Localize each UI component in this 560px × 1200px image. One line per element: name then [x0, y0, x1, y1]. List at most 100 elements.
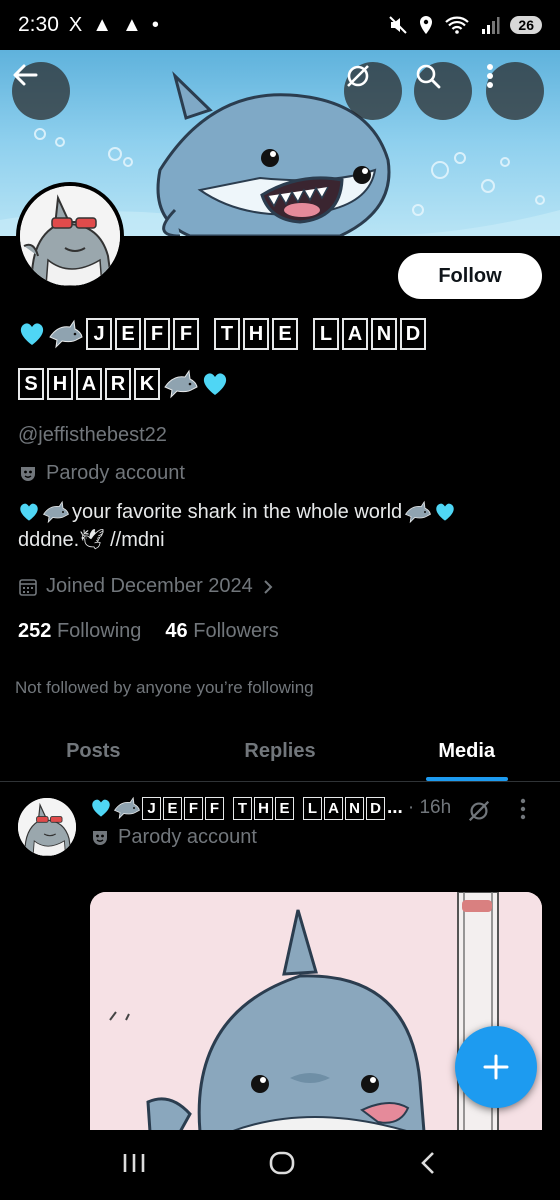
profile-tabs: Posts Replies Media	[0, 722, 560, 782]
name-letter: E	[275, 796, 294, 820]
name-letter: N	[371, 318, 397, 350]
not-followed-notice: Not followed by anyone you’re following	[15, 678, 314, 697]
tab-posts[interactable]: Posts	[0, 722, 187, 781]
android-nav-bar	[0, 1130, 560, 1200]
recent-apps-button[interactable]	[121, 1151, 147, 1180]
followers-link[interactable]: 46 Followers	[165, 620, 278, 643]
shark-emoji-icon	[42, 500, 69, 524]
joined-text: Joined December 2024	[46, 575, 253, 597]
grok-icon	[347, 65, 369, 87]
name-letter: D	[400, 318, 426, 350]
avatar-shark-image	[20, 186, 120, 286]
masks-icon	[21, 466, 35, 481]
name-letter: H	[243, 318, 269, 350]
cyan-heart-icon	[92, 799, 110, 817]
calendar-icon	[19, 578, 37, 596]
shark-emoji-icon	[405, 500, 432, 524]
status-bar: 2:30 X ▲ ▲ • 26	[0, 0, 560, 50]
warning-icon: ▲	[92, 13, 113, 36]
location-icon	[420, 16, 433, 34]
status-time: 2:30	[18, 13, 59, 36]
wifi-icon	[445, 16, 470, 34]
shark-emoji-icon	[113, 796, 140, 820]
name-letter: N	[345, 796, 364, 820]
post-time: · 16h	[407, 797, 452, 818]
name-letter: H	[47, 368, 73, 400]
follow-button[interactable]: Follow	[398, 253, 542, 299]
following-label: Following	[56, 620, 142, 642]
search-button[interactable]	[414, 62, 472, 120]
following-count: 252	[18, 620, 52, 642]
back-chevron-icon	[421, 1151, 435, 1174]
cyan-heart-icon	[20, 503, 38, 521]
name-letter: F	[184, 796, 203, 820]
name-letter: T	[214, 318, 240, 350]
name-letter: D	[366, 796, 385, 820]
profile-bio: your favorite shark in the whole world d…	[18, 498, 538, 554]
tab-replies[interactable]: Replies	[187, 722, 374, 781]
name-letter: F	[205, 796, 224, 820]
name-letter: T	[233, 796, 252, 820]
name-ellipsis: ...	[387, 797, 403, 818]
home-button[interactable]	[268, 1149, 296, 1182]
name-letter: J	[86, 318, 112, 350]
name-letter: A	[342, 318, 368, 350]
post-author-line[interactable]: J E F F T H E L A N D ... · 16h	[90, 796, 451, 820]
name-letter: F	[173, 318, 199, 350]
warning-icon: ▲	[122, 13, 142, 36]
more-vertical-icon	[520, 798, 526, 820]
post-grok-button[interactable]	[466, 798, 492, 829]
dot-icon: •	[151, 13, 159, 36]
post-parody-text: Parody account	[118, 826, 257, 848]
cyan-heart-icon	[436, 503, 454, 521]
name-letter: E	[163, 796, 182, 820]
avatar-shark-image	[18, 798, 76, 856]
joined-date[interactable]: Joined December 2024	[18, 575, 275, 598]
recent-apps-icon	[123, 1153, 144, 1172]
tab-media[interactable]: Media	[373, 722, 560, 781]
x-notification-icon: X	[68, 13, 83, 36]
display-name-continued: S H A R K	[18, 368, 229, 400]
shark-emoji-icon	[49, 319, 83, 349]
name-letter: F	[144, 318, 170, 350]
name-letter: A	[324, 796, 343, 820]
name-letter: L	[313, 318, 339, 350]
parody-text: Parody account	[46, 462, 185, 484]
compose-button[interactable]	[455, 1026, 537, 1108]
signal-icon	[482, 17, 500, 34]
cyan-heart-icon	[20, 323, 44, 345]
display-name: J E F F T H E L A N D	[18, 318, 427, 350]
following-link[interactable]: 252 Following	[18, 620, 141, 643]
cyan-heart-icon	[203, 373, 227, 395]
parody-label: Parody account	[18, 462, 185, 485]
post-avatar[interactable]	[18, 798, 76, 856]
name-letter: R	[105, 368, 131, 400]
back-nav-button[interactable]	[417, 1150, 439, 1181]
name-letter: K	[134, 368, 160, 400]
grok-icon	[468, 800, 490, 822]
chevron-right-icon	[264, 579, 273, 594]
back-arrow-icon	[13, 64, 38, 86]
more-options-button[interactable]	[486, 62, 544, 120]
name-letter: S	[18, 368, 44, 400]
name-letter: J	[142, 796, 161, 820]
search-icon	[416, 64, 441, 89]
post-more-button[interactable]	[520, 798, 526, 824]
followers-label: Followers	[193, 620, 279, 642]
followers-count: 46	[165, 620, 188, 642]
profile-handle: @jeffisthebest22	[18, 424, 167, 446]
back-button[interactable]	[12, 62, 70, 120]
name-letter: H	[254, 796, 273, 820]
more-vertical-icon	[487, 64, 493, 88]
follow-counts: 252 Following 46 Followers	[18, 620, 279, 643]
battery-indicator: 26	[510, 16, 542, 34]
plus-icon	[483, 1054, 509, 1080]
name-letter: A	[76, 368, 102, 400]
profile-avatar[interactable]	[16, 182, 124, 290]
bio-text-line2: dddne.🕊 //mdni	[18, 529, 165, 551]
grok-button[interactable]	[344, 62, 402, 120]
name-letter: L	[303, 796, 322, 820]
name-letter: E	[272, 318, 298, 350]
mute-icon	[389, 16, 408, 34]
home-icon	[269, 1151, 295, 1174]
